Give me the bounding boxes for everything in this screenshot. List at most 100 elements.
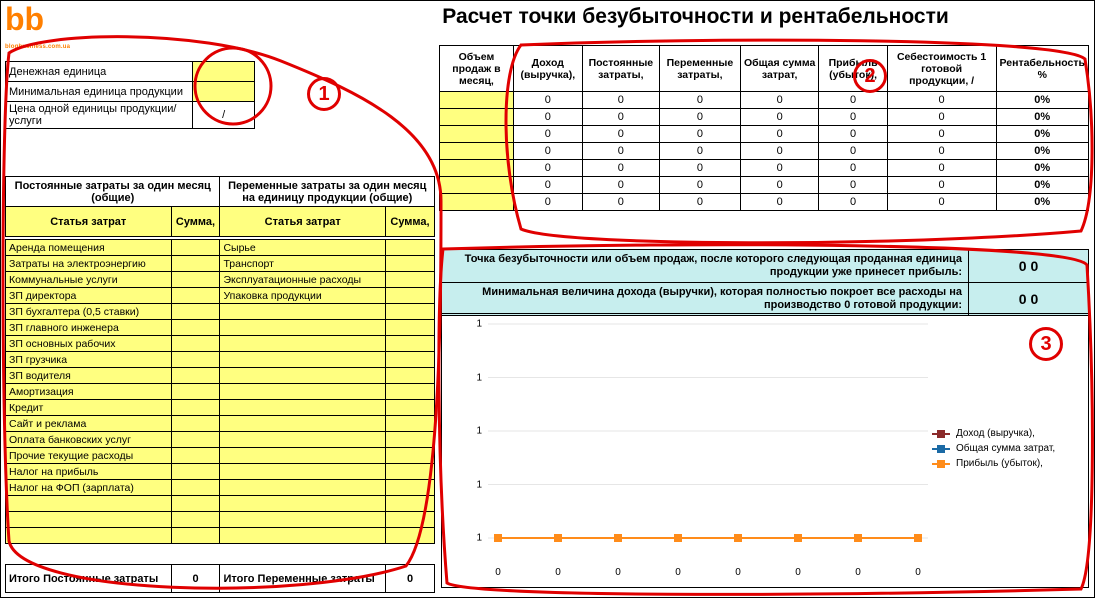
fixed-total-label: Итого Постоянные затраты xyxy=(6,565,172,593)
fixed-cost-value[interactable] xyxy=(171,528,220,544)
fixed-cost-value[interactable] xyxy=(171,240,220,256)
fixed-cost-value[interactable] xyxy=(171,368,220,384)
variable-cost-label[interactable]: Эксплуатационные расходы xyxy=(220,272,386,288)
fixed-cost-value[interactable] xyxy=(171,288,220,304)
results-cell[interactable] xyxy=(440,109,514,126)
fixed-cost-label[interactable]: Амортизация xyxy=(6,384,172,400)
results-cell[interactable] xyxy=(440,160,514,177)
variable-cost-label[interactable] xyxy=(220,464,386,480)
variable-cost-value[interactable] xyxy=(386,304,435,320)
fixed-cost-value[interactable] xyxy=(171,272,220,288)
param-input[interactable] xyxy=(193,62,255,82)
variable-cost-label[interactable] xyxy=(220,496,386,512)
fixed-cost-label[interactable] xyxy=(6,496,172,512)
results-row: 0000000% xyxy=(440,143,1089,160)
fixed-cost-value[interactable] xyxy=(171,384,220,400)
variable-cost-value[interactable] xyxy=(386,432,435,448)
results-cell: 0 xyxy=(659,194,740,211)
fixed-cost-value[interactable] xyxy=(171,400,220,416)
fixed-cost-label[interactable] xyxy=(6,512,172,528)
fixed-cost-label[interactable]: Сайт и реклама xyxy=(6,416,172,432)
results-cell[interactable] xyxy=(440,143,514,160)
variable-cost-label[interactable] xyxy=(220,384,386,400)
param-input[interactable] xyxy=(193,82,255,102)
results-cell: 0 xyxy=(887,194,996,211)
chart-yaxis: 11111 xyxy=(446,318,486,558)
variable-cost-value[interactable] xyxy=(386,240,435,256)
variable-cost-label[interactable] xyxy=(220,400,386,416)
variable-cost-value[interactable] xyxy=(386,352,435,368)
results-cell[interactable] xyxy=(440,92,514,109)
variable-cost-value[interactable] xyxy=(386,272,435,288)
variable-cost-value[interactable] xyxy=(386,464,435,480)
results-cell: 0 xyxy=(819,109,887,126)
variable-cost-label[interactable] xyxy=(220,352,386,368)
fixed-cost-label[interactable]: ЗП главного инженера xyxy=(6,320,172,336)
results-cell[interactable] xyxy=(440,126,514,143)
variable-cost-value[interactable] xyxy=(386,416,435,432)
variable-cost-value[interactable] xyxy=(386,448,435,464)
variable-cost-label[interactable] xyxy=(220,480,386,496)
fixed-cost-label[interactable]: ЗП основных рабочих xyxy=(6,336,172,352)
variable-cost-value[interactable] xyxy=(386,288,435,304)
ytick: 1 xyxy=(476,479,482,490)
variable-cost-value[interactable] xyxy=(386,320,435,336)
fixed-cost-label[interactable]: Коммунальные услуги xyxy=(6,272,172,288)
variable-cost-label[interactable] xyxy=(220,448,386,464)
variable-cost-value[interactable] xyxy=(386,496,435,512)
variable-cost-label[interactable]: Упаковка продукции xyxy=(220,288,386,304)
fixed-cost-value[interactable] xyxy=(171,432,220,448)
cost-row: ЗП грузчика xyxy=(6,352,435,368)
variable-cost-label[interactable] xyxy=(220,512,386,528)
fixed-cost-value[interactable] xyxy=(171,464,220,480)
variable-cost-label[interactable] xyxy=(220,368,386,384)
fixed-cost-value[interactable] xyxy=(171,448,220,464)
fixed-cost-label[interactable]: Прочие текущие расходы xyxy=(6,448,172,464)
fixed-cost-label[interactable]: Налог на ФОП (зарплата) xyxy=(6,480,172,496)
variable-cost-value[interactable] xyxy=(386,528,435,544)
legend-marker xyxy=(932,463,950,465)
fixed-cost-value[interactable] xyxy=(171,320,220,336)
fixed-cost-label[interactable]: Затраты на электроэнергию xyxy=(6,256,172,272)
variable-cost-label[interactable] xyxy=(220,304,386,320)
variable-cost-value[interactable] xyxy=(386,512,435,528)
results-cell[interactable] xyxy=(440,177,514,194)
fixed-cost-label[interactable]: ЗП грузчика xyxy=(6,352,172,368)
fixed-cost-label[interactable]: Аренда помещения xyxy=(6,240,172,256)
fixed-cost-label[interactable]: Кредит xyxy=(6,400,172,416)
variable-cost-label[interactable] xyxy=(220,320,386,336)
fixed-cost-label[interactable]: ЗП водителя xyxy=(6,368,172,384)
fixed-cost-value[interactable] xyxy=(171,352,220,368)
variable-cost-value[interactable] xyxy=(386,256,435,272)
fixed-cost-value[interactable] xyxy=(171,496,220,512)
fixed-cost-value[interactable] xyxy=(171,304,220,320)
fixed-cost-label[interactable]: Налог на прибыль xyxy=(6,464,172,480)
variable-cost-value[interactable] xyxy=(386,368,435,384)
results-cell: 0 xyxy=(887,143,996,160)
cost-row: Сайт и реклама xyxy=(6,416,435,432)
variable-cost-label[interactable]: Сырье xyxy=(220,240,386,256)
variable-cost-value[interactable] xyxy=(386,480,435,496)
fixed-cost-label[interactable]: Оплата банковских услуг xyxy=(6,432,172,448)
results-cell[interactable] xyxy=(440,194,514,211)
fixed-cost-value[interactable] xyxy=(171,256,220,272)
chart: 11111 00000000 Доход (выручка),Общая сум… xyxy=(441,313,1089,588)
variable-cost-label[interactable] xyxy=(220,528,386,544)
fixed-cost-value[interactable] xyxy=(171,336,220,352)
results-header: Объем продаж в месяц, xyxy=(440,46,514,92)
results-cell: 0 xyxy=(513,109,582,126)
fixed-cost-value[interactable] xyxy=(171,512,220,528)
variable-cost-label[interactable]: Транспорт xyxy=(220,256,386,272)
fixed-cost-value[interactable] xyxy=(171,480,220,496)
cost-body-table: Аренда помещения Сырье Затраты на электроэ… xyxy=(5,239,435,544)
variable-cost-value[interactable] xyxy=(386,336,435,352)
variable-cost-label[interactable] xyxy=(220,336,386,352)
variable-cost-label[interactable] xyxy=(220,432,386,448)
variable-cost-value[interactable] xyxy=(386,384,435,400)
fixed-cost-label[interactable] xyxy=(6,528,172,544)
fixed-cost-label[interactable]: ЗП директора xyxy=(6,288,172,304)
fixed-cost-value[interactable] xyxy=(171,416,220,432)
variable-cost-value[interactable] xyxy=(386,400,435,416)
fixed-cost-label[interactable]: ЗП бухгалтера (0,5 ставки) xyxy=(6,304,172,320)
variable-cost-label[interactable] xyxy=(220,416,386,432)
